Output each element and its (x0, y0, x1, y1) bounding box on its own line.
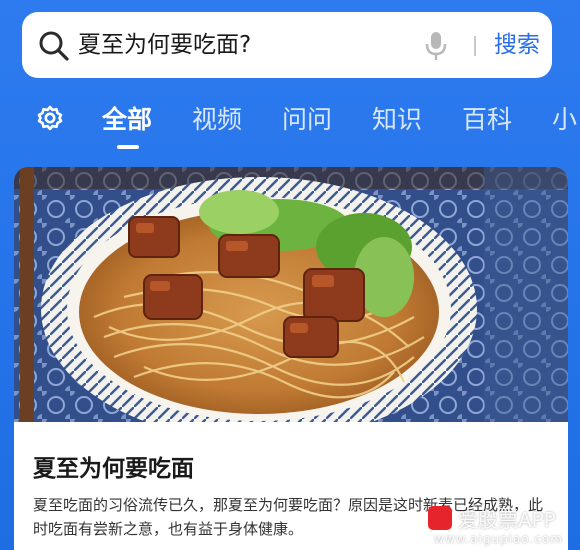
tab-knowledge[interactable]: 知识 (372, 100, 422, 136)
search-results-page: 夏至为何要吃面? 搜索 全部 视频 问问 知识 百科 小 夏至为何要吃面 夏至吃… (0, 0, 580, 550)
active-tab-indicator (117, 145, 139, 149)
search-icon (39, 31, 69, 61)
result-card[interactable]: 夏至为何要吃面 夏至吃面的习俗流传已久，那夏至为何要吃面？原因是这时新麦已经成熟… (14, 167, 568, 550)
noodle-bowl-photo[interactable] (14, 167, 568, 422)
watermark-logo-icon (428, 506, 452, 530)
search-divider (474, 36, 476, 56)
watermark-url: www.aigupiao.com (434, 532, 563, 546)
result-title[interactable]: 夏至为何要吃面 (33, 449, 194, 483)
tab-all[interactable]: 全部 (102, 100, 152, 136)
tab-bar: 全部 视频 问问 知识 百科 小 (0, 96, 580, 156)
watermark: 爱股票APP www.aigupiao.com (424, 500, 574, 548)
tab-video[interactable]: 视频 (192, 100, 242, 136)
search-bar[interactable]: 夏至为何要吃面? 搜索 (22, 12, 552, 78)
microphone-icon[interactable] (423, 30, 449, 62)
tab-ask[interactable]: 问问 (282, 100, 332, 136)
search-input[interactable]: 夏至为何要吃面? (78, 12, 251, 78)
tab-encyclopedia[interactable]: 百科 (462, 100, 512, 136)
watermark-brand: 爱股票APP (458, 508, 556, 532)
gear-icon[interactable] (37, 105, 63, 131)
tab-more[interactable]: 小 (552, 100, 577, 136)
search-button[interactable]: 搜索 (494, 12, 540, 78)
